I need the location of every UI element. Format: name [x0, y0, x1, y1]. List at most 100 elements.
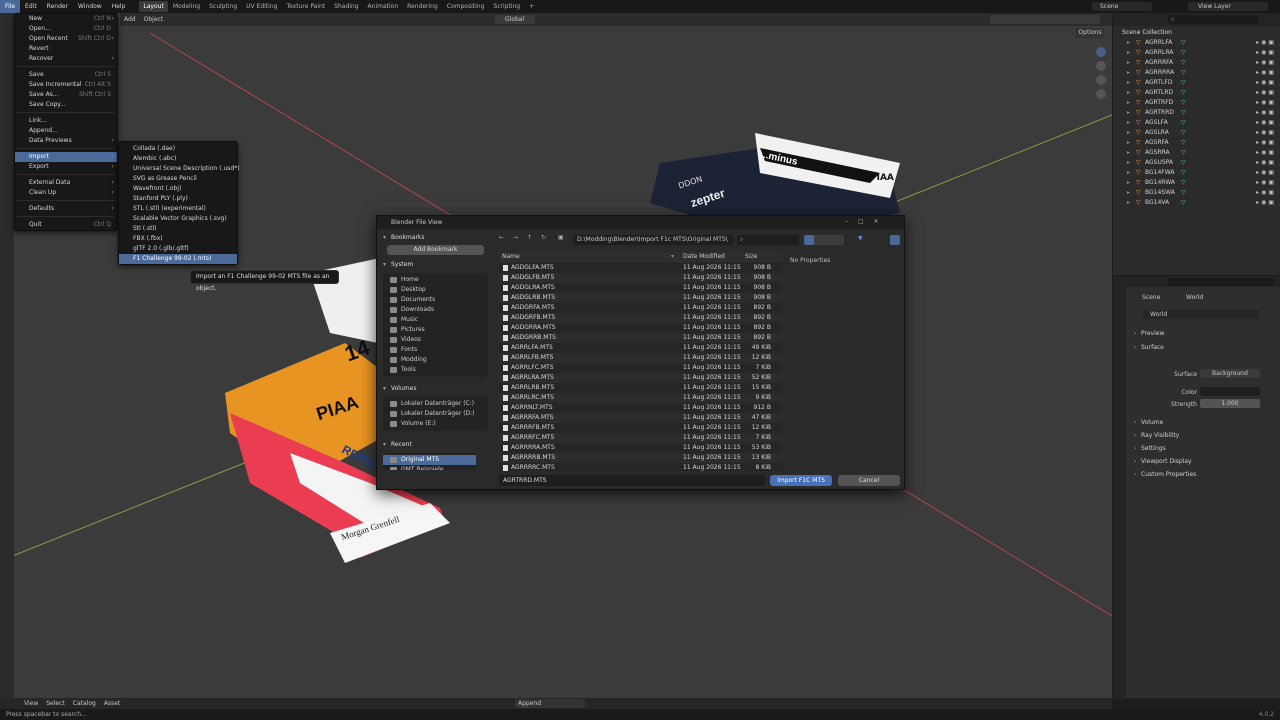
outliner-item[interactable]: ▸ ▽ AGSLRA ▽ ▸◉▣: [1113, 128, 1280, 138]
options-button[interactable]: Options: [1075, 28, 1105, 38]
transform-orientation[interactable]: Global: [495, 15, 535, 24]
tab-modeling[interactable]: Modeling: [169, 1, 204, 12]
column-name[interactable]: Name: [502, 252, 520, 262]
system-item[interactable]: Tools: [383, 365, 488, 375]
recent-header[interactable]: Recent: [381, 439, 490, 450]
file-menu-item[interactable]: Recover ›: [15, 54, 117, 64]
file-row[interactable]: AGDGRFB.MTS 11 Aug 2026 11:15 892 B: [499, 313, 783, 323]
outliner-item[interactable]: ▸ ▽ BG14SWA ▽ ▸◉▣: [1113, 188, 1280, 198]
file-row[interactable]: AGRRLRC.MTS 11 Aug 2026 11:15 9 KiB: [499, 393, 783, 403]
outliner-item[interactable]: ▸ ▽ AGRRRRA ▽ ▸◉▣: [1113, 68, 1280, 78]
recent-item[interactable]: GMT Beispiele: [383, 465, 476, 470]
file-row[interactable]: AGRRRRB.MTS 11 Aug 2026 11:15 13 KiB: [499, 453, 783, 463]
timeline-menu-catalog[interactable]: Catalog: [73, 700, 96, 707]
file-menu-item[interactable]: Save Incremental Ctrl Alt S: [15, 80, 117, 90]
volumes-header[interactable]: Volumes: [381, 383, 490, 394]
file-row[interactable]: AGDGLFA.MTS 11 Aug 2026 11:15 908 B: [499, 263, 783, 273]
outliner-item[interactable]: ▸ ▽ AGRRLFA ▽ ▸◉▣: [1113, 38, 1280, 48]
file-row[interactable]: AGDGLRB.MTS 11 Aug 2026 11:15 908 B: [499, 293, 783, 303]
outliner-item[interactable]: ▸ ▽ BG14FWA ▽ ▸◉▣: [1113, 168, 1280, 178]
file-row[interactable]: AGRRLRB.MTS 11 Aug 2026 11:15 15 KiB: [499, 383, 783, 393]
timeline-menu-select[interactable]: Select: [46, 700, 65, 707]
expand-arrow-icon[interactable]: ▸: [1127, 108, 1130, 118]
filename-field[interactable]: AGRTRRD.MTS: [499, 475, 765, 486]
volume-item[interactable]: Volume (E:): [383, 419, 488, 429]
search-field[interactable]: ⌕: [737, 235, 799, 245]
file-menu-item[interactable]: Data Previews ›: [15, 136, 117, 146]
import-menu-item[interactable]: Stl (.stl): [119, 224, 237, 234]
system-item[interactable]: Modding: [383, 355, 488, 365]
visibility-icons[interactable]: ▸◉▣: [1256, 88, 1276, 98]
add-workspace-button[interactable]: +: [525, 1, 538, 12]
file-menu-item[interactable]: Clean Up ›: [15, 188, 117, 198]
system-header[interactable]: System: [381, 259, 490, 270]
display-mode-buttons[interactable]: [804, 235, 844, 245]
file-row[interactable]: AGRRLFA.MTS 11 Aug 2026 11:15 49 KiB: [499, 343, 783, 353]
visibility-icons[interactable]: ▸◉▣: [1256, 158, 1276, 168]
import-menu-item[interactable]: Alembic (.abc): [119, 154, 237, 164]
forward-icon[interactable]: →: [513, 234, 525, 245]
outliner-item[interactable]: ▸ ▽ AGRTLRD ▽ ▸◉▣: [1113, 88, 1280, 98]
properties-panel[interactable]: Settings: [1113, 442, 1280, 455]
file-row[interactable]: AGRRRFA.MTS 11 Aug 2026 11:15 47 KiB: [499, 413, 783, 423]
file-row[interactable]: AGDGRRB.MTS 11 Aug 2026 11:15 892 B: [499, 333, 783, 343]
import-menu-item[interactable]: STL (.stl) (experimental): [119, 204, 237, 214]
visibility-icons[interactable]: ▸◉▣: [1256, 188, 1276, 198]
visibility-icons[interactable]: ▸◉▣: [1256, 198, 1276, 208]
expand-arrow-icon[interactable]: ▸: [1127, 48, 1130, 58]
panel-preview[interactable]: Preview: [1113, 327, 1280, 340]
visibility-icons[interactable]: ▸◉▣: [1256, 178, 1276, 188]
add-bookmark-button[interactable]: Add Bookmark: [387, 245, 484, 255]
outliner-item[interactable]: ▸ ▽ AGRRRFA ▽ ▸◉▣: [1113, 58, 1280, 68]
strength-field[interactable]: 1.000: [1200, 399, 1260, 408]
tab-animation[interactable]: Animation: [364, 1, 403, 12]
file-row[interactable]: AGDGRFA.MTS 11 Aug 2026 11:15 892 B: [499, 303, 783, 313]
timeline-menu-asset[interactable]: Asset: [104, 700, 120, 707]
outliner-item[interactable]: ▸ ▽ AGRRLRA ▽ ▸◉▣: [1113, 48, 1280, 58]
file-row[interactable]: AGRRRRA.MTS 11 Aug 2026 11:15 53 KiB: [499, 443, 783, 453]
file-row[interactable]: AGRRRFC.MTS 11 Aug 2026 11:15 7 KiB: [499, 433, 783, 443]
refresh-icon[interactable]: ↻: [541, 234, 553, 245]
expand-arrow-icon[interactable]: ▸: [1127, 188, 1130, 198]
settings-gear-icon[interactable]: [890, 235, 900, 245]
expand-arrow-icon[interactable]: ▸: [1127, 148, 1130, 158]
visibility-icons[interactable]: ▸◉▣: [1256, 78, 1276, 88]
window-controls[interactable]: –□✕: [845, 218, 889, 225]
file-menu-item[interactable]: Open Recent Shift Ctrl O ›: [15, 34, 117, 44]
system-item[interactable]: Fonts: [383, 345, 488, 355]
properties-panel[interactable]: Volume: [1113, 416, 1280, 429]
volume-item[interactable]: Lokaler Datenträger (C:): [383, 399, 488, 409]
menu-file[interactable]: File: [0, 0, 21, 13]
file-row[interactable]: AGDGLRA.MTS 11 Aug 2026 11:15 908 B: [499, 283, 783, 293]
file-menu-item[interactable]: Quit Ctrl Q: [15, 220, 117, 230]
file-row[interactable]: AGDGLFB.MTS 11 Aug 2026 11:15 908 B: [499, 273, 783, 283]
outliner-item[interactable]: ▸ ▽ AGRTLFD ▽ ▸◉▣: [1113, 78, 1280, 88]
scene-collection-label[interactable]: Scene Collection: [1113, 28, 1280, 38]
properties-panel[interactable]: Ray Visibility: [1113, 429, 1280, 442]
system-item[interactable]: Desktop: [383, 285, 488, 295]
outliner-item[interactable]: ▸ ▽ AGRTRRD ▽ ▸◉▣: [1113, 108, 1280, 118]
expand-arrow-icon[interactable]: ▸: [1127, 88, 1130, 98]
color-swatch[interactable]: [1200, 387, 1260, 396]
file-row[interactable]: AGRRLRA.MTS 11 Aug 2026 11:15 52 KiB: [499, 373, 783, 383]
outliner-search-icon[interactable]: ⌕: [1168, 15, 1258, 24]
system-item[interactable]: Pictures: [383, 325, 488, 335]
column-size[interactable]: Size: [745, 252, 757, 262]
file-menu-item[interactable]: Import ›: [15, 152, 117, 162]
visibility-icons[interactable]: ▸◉▣: [1256, 38, 1276, 48]
file-menu-item[interactable]: Save Copy...: [15, 100, 117, 110]
file-row[interactable]: AGRRNLT.MTS 11 Aug 2026 11:15 912 B: [499, 403, 783, 413]
tab-layout[interactable]: Layout: [139, 1, 168, 12]
visibility-icons[interactable]: ▸◉▣: [1256, 118, 1276, 128]
properties-search[interactable]: [1168, 278, 1274, 286]
import-menu-item[interactable]: F1 Challenge 99-02 (.mts): [119, 254, 237, 264]
import-menu-item[interactable]: Stanford PLY (.ply): [119, 194, 237, 204]
visibility-icons[interactable]: ▸◉▣: [1256, 58, 1276, 68]
outliner-item[interactable]: ▸ ▽ AGSRRA ▽ ▸◉▣: [1113, 148, 1280, 158]
expand-arrow-icon[interactable]: ▸: [1127, 98, 1130, 108]
file-menu-item[interactable]: New Ctrl N ›: [15, 14, 117, 24]
crumb-world[interactable]: World: [1186, 294, 1203, 301]
visibility-icons[interactable]: ▸◉▣: [1256, 168, 1276, 178]
properties-panel[interactable]: Custom Properties: [1113, 468, 1280, 481]
scene-selector[interactable]: Scene: [1092, 2, 1152, 11]
